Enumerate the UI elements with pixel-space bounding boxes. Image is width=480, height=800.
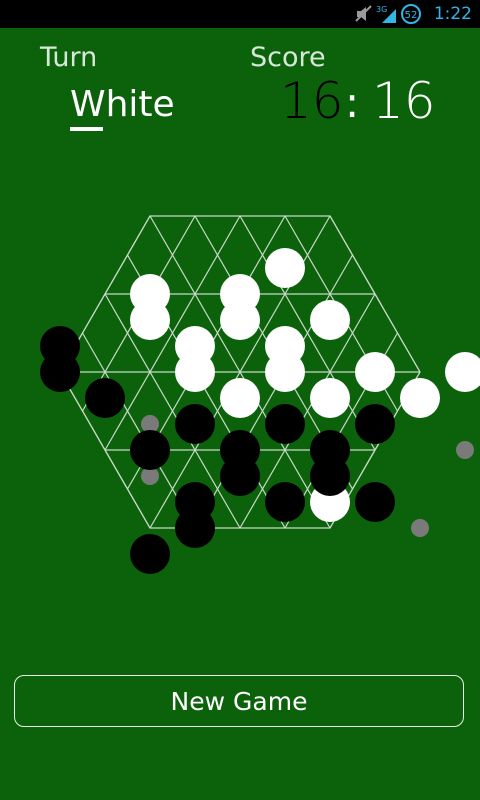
- white-piece: [175, 352, 215, 392]
- white-piece: [355, 352, 395, 392]
- black-piece: [130, 534, 170, 574]
- new-game-button[interactable]: New Game: [14, 675, 464, 727]
- score-black: 16: [280, 72, 344, 130]
- black-piece: [40, 352, 80, 392]
- black-piece: [265, 482, 305, 522]
- battery-level: 52: [405, 10, 418, 21]
- white-piece: [265, 248, 305, 288]
- signal-icon: 3G: [376, 0, 398, 28]
- black-piece: [265, 404, 305, 444]
- network-type-label: 3G: [376, 5, 387, 14]
- game-board[interactable]: [0, 130, 480, 620]
- black-piece: [85, 378, 125, 418]
- battery-icon: 52: [400, 0, 422, 28]
- black-piece: [310, 456, 350, 496]
- white-piece: [220, 378, 260, 418]
- white-piece: [130, 300, 170, 340]
- black-piece: [130, 430, 170, 470]
- score-white: 16: [372, 72, 436, 130]
- black-piece: [220, 456, 260, 496]
- black-piece: [355, 482, 395, 522]
- status-clock: 1:22: [433, 4, 472, 24]
- black-piece: [175, 404, 215, 444]
- white-piece: [400, 378, 440, 418]
- white-piece: [265, 352, 305, 392]
- score-label: Score: [250, 42, 326, 73]
- hint-marker: [411, 519, 429, 537]
- turn-label: Turn: [40, 42, 98, 73]
- status-bar: 3G 52 1:22: [0, 0, 480, 28]
- score-separator: :: [345, 78, 360, 127]
- white-piece: [445, 352, 480, 392]
- white-piece: [310, 300, 350, 340]
- mute-icon: [354, 0, 374, 28]
- white-piece: [310, 378, 350, 418]
- turn-value: White: [70, 84, 175, 125]
- hint-marker: [456, 441, 474, 459]
- black-piece: [355, 404, 395, 444]
- white-piece: [220, 300, 260, 340]
- black-piece: [175, 508, 215, 548]
